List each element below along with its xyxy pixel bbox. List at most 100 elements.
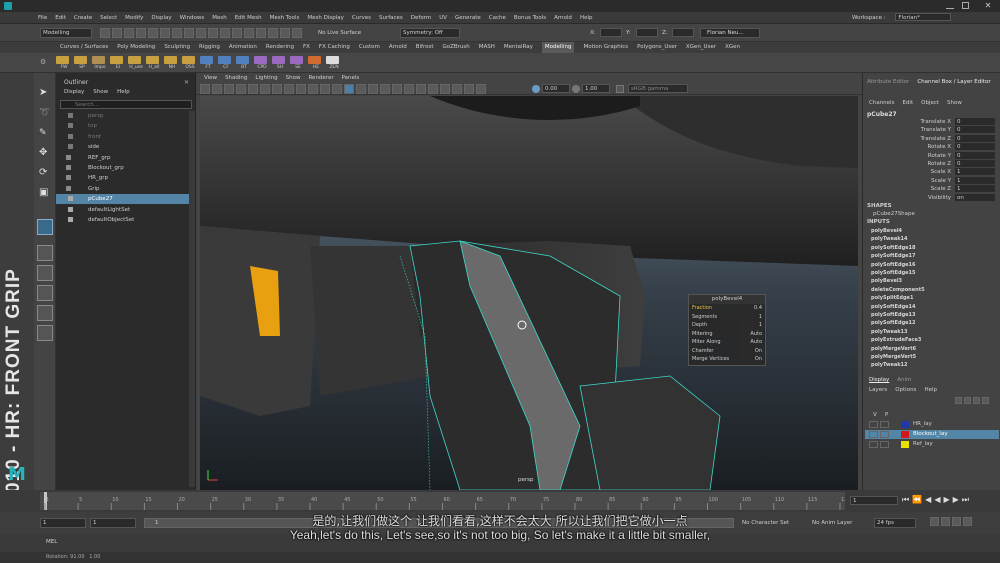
channel-menu-channels[interactable]: Channels	[869, 100, 894, 106]
outliner-item-top[interactable]: top	[56, 121, 189, 131]
snap-curve-icon[interactable]	[208, 28, 218, 38]
input-node-polybevel4[interactable]: polyBevel4	[871, 227, 902, 235]
input-node-polysoftedge16[interactable]: polySoftEdge16	[871, 261, 916, 269]
channel-scale-x[interactable]: Scale X 1	[863, 168, 997, 176]
outliner-item-defaultobjectset[interactable]: defaultObjectSet	[56, 215, 189, 225]
shelf-tab-mash[interactable]: MASH	[479, 42, 495, 53]
shelf-tab-fx-caching[interactable]: FX Caching	[319, 42, 350, 53]
channel-value[interactable]: on	[955, 193, 995, 201]
redo-icon[interactable]	[148, 28, 158, 38]
next-key-icon[interactable]: ▶	[953, 495, 962, 504]
menu-mesh-display[interactable]: Mesh Display	[307, 12, 344, 24]
camera-select-icon[interactable]	[200, 84, 210, 94]
menu-deform[interactable]: Deform	[411, 12, 431, 24]
color-space-dropdown[interactable]: sRGB gamma	[628, 84, 688, 93]
camera-attr-icon[interactable]	[212, 84, 222, 94]
history-icon[interactable]	[256, 28, 266, 38]
channel-translate-y[interactable]: Translate Y 0	[863, 126, 997, 134]
snap-surface-icon[interactable]	[232, 28, 242, 38]
menu-bonus-tools[interactable]: Bonus Tools	[514, 12, 546, 24]
gamma-icon[interactable]	[572, 85, 580, 93]
layer-menu-help[interactable]: Help	[924, 387, 937, 393]
outliner-close-icon[interactable]: ✕	[184, 79, 189, 86]
viewport-menu-shading[interactable]: Shading	[225, 75, 247, 81]
shelf-tool-he-icon[interactable]	[308, 56, 321, 64]
new-layer-selected-icon[interactable]	[982, 397, 989, 404]
undo-icon[interactable]	[136, 28, 146, 38]
shelf-tool-impo-icon[interactable]	[92, 56, 105, 64]
outliner-menu-help[interactable]: Help	[117, 89, 130, 95]
input-node-polybevel3[interactable]: polyBevel3	[871, 277, 902, 285]
shelf-tab-custom[interactable]: Custom	[359, 42, 380, 53]
shelf-tab-fx[interactable]: FX	[303, 42, 310, 53]
select-hierarchy-icon[interactable]	[160, 28, 170, 38]
outliner-item-front[interactable]: front	[56, 132, 189, 142]
lights-icon[interactable]	[368, 84, 378, 94]
menu-edit-mesh[interactable]: Edit Mesh	[235, 12, 262, 24]
viewport-menu-lighting[interactable]: Lighting	[255, 75, 277, 81]
shelf-tool-fw-icon[interactable]	[56, 56, 69, 64]
channel-rotate-x[interactable]: Rotate X 0	[863, 143, 997, 151]
shelf-tab-poly-modeling[interactable]: Poly Modeling	[117, 42, 155, 53]
input-node-polytweak13[interactable]: polyTweak13	[871, 328, 908, 336]
lasso-tool-icon[interactable]: ➰	[39, 107, 51, 119]
xray-components-icon[interactable]	[476, 84, 486, 94]
shelf-tab-mentalray[interactable]: MentalRay	[504, 42, 533, 53]
bevel-attr-value[interactable]: 1	[740, 321, 762, 330]
panel-tab-attribute-editor[interactable]: Attribute Editor	[867, 79, 909, 85]
outliner-item-ref-grp[interactable]: REF_grp	[56, 153, 189, 163]
scale-tool-icon[interactable]: ▣	[39, 187, 51, 199]
go-end-icon[interactable]: ⏭	[962, 495, 972, 504]
go-start-icon[interactable]: ⏮	[902, 495, 912, 504]
safe-action-icon[interactable]	[308, 84, 318, 94]
gate-mask-icon[interactable]	[284, 84, 294, 94]
menu-cache[interactable]: Cache	[489, 12, 506, 24]
minimize-button[interactable]	[946, 3, 954, 9]
image-plane-icon[interactable]	[236, 84, 246, 94]
layer-row-blockout-lay[interactable]: Blockout_lay	[865, 430, 999, 439]
menu-windows[interactable]: Windows	[180, 12, 205, 24]
input-node-polytweak12[interactable]: polyTweak12	[871, 361, 908, 369]
shelf-tool-se-icon[interactable]	[290, 56, 303, 64]
shelf-tool-bt-icon[interactable]	[236, 56, 249, 64]
shelf-tab-motion-graphics[interactable]: Motion Graphics	[583, 42, 628, 53]
move-tool-icon[interactable]: ✥	[39, 147, 51, 159]
bevel-attr-value[interactable]: 0.4	[740, 304, 762, 313]
snap-grid-icon[interactable]	[196, 28, 206, 38]
channel-translate-z[interactable]: Translate Z0	[863, 134, 997, 143]
channel-rotate-z[interactable]: Rotate Z 0	[863, 160, 997, 168]
input-node-polysplitedge1[interactable]: polySplitEdge1	[871, 294, 913, 302]
shape-node[interactable]: pCube27Shape	[873, 211, 915, 217]
shelf-menu-icon[interactable]: ⚙	[40, 58, 48, 66]
menu-curves[interactable]: Curves	[352, 12, 371, 24]
bevel-attr-value[interactable]: On	[740, 355, 762, 364]
new-layer-icon[interactable]	[973, 397, 980, 404]
paint-select-icon[interactable]: ✎	[39, 127, 51, 139]
channel-value[interactable]: 1	[955, 185, 995, 193]
aa-icon[interactable]	[416, 84, 426, 94]
user-account[interactable]: Florian Neu...	[700, 28, 760, 38]
shelf-tool-h-all-icon[interactable]	[146, 56, 159, 64]
channel-value[interactable]: 1	[955, 176, 995, 184]
channel-menu-show[interactable]: Show	[947, 100, 962, 106]
save-scene-icon[interactable]	[124, 28, 134, 38]
menu-arnold[interactable]: Arnold	[554, 12, 572, 24]
bevel-attr-value[interactable]: 1	[740, 312, 762, 321]
play-forward-icon[interactable]: ▶	[943, 495, 952, 504]
timeline-track[interactable]: 1 5 10 15 20 25 30 35 40 45 50 55 60 65 70 75 80 85 90 95 10…	[40, 492, 845, 510]
x-coord-field[interactable]	[600, 28, 622, 37]
shelf-tab-animation[interactable]: Animation	[229, 42, 257, 53]
shelf-tool-zen-icon[interactable]	[326, 56, 339, 64]
channel-scale-y[interactable]: Scale Y 1	[863, 176, 997, 185]
xray-icon[interactable]	[452, 84, 462, 94]
bevel-row-fraction[interactable]: Fraction 0.4	[689, 304, 765, 313]
shelf-tab-curves-surfaces[interactable]: Curves / Surfaces	[60, 42, 108, 53]
channel-menu-edit[interactable]: Edit	[902, 100, 913, 106]
prev-key-icon[interactable]: ◀	[925, 495, 934, 504]
menu-modify[interactable]: Modify	[125, 12, 143, 24]
outliner-scrollbar[interactable]	[189, 111, 195, 487]
input-node-polysoftedge12[interactable]: polySoftEdge12	[871, 319, 916, 327]
render-settings-icon[interactable]	[292, 28, 302, 38]
input-node-polytweak14[interactable]: polyTweak14	[871, 235, 908, 243]
smooth-shade-icon[interactable]	[344, 84, 354, 94]
